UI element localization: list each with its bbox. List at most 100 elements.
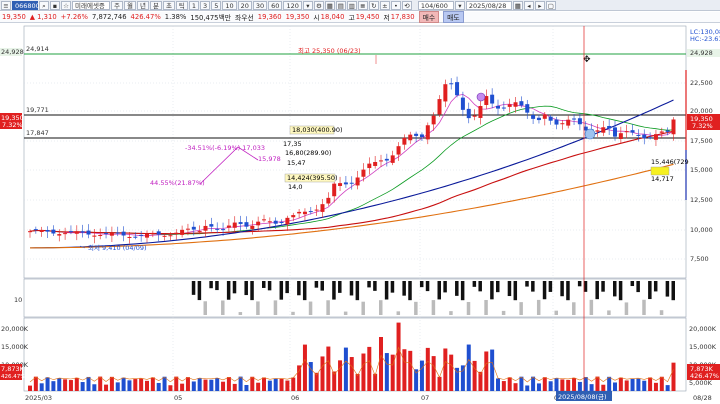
volume-bar (566, 379, 571, 391)
candle-body (665, 130, 670, 132)
volume-bar (133, 379, 138, 391)
nav-next-icon[interactable]: ▸ (534, 0, 545, 10)
interval-10[interactable]: 10 (222, 0, 237, 10)
grid-icon[interactable]: ▦ (324, 0, 335, 10)
osc-bar (671, 281, 675, 301)
volume-bar (507, 377, 512, 391)
lock-icon[interactable]: ▪ (50, 0, 60, 10)
period-month[interactable]: 월 (123, 0, 136, 10)
candle-body (28, 231, 32, 233)
volume-bar (57, 378, 62, 391)
preferred-label: 좌우선 (235, 14, 254, 22)
osc-bar (613, 281, 617, 297)
hts-chart-window: ≡ 066800 ⌕ ▪ ☆ 미래에셋증 주 월 년 분 초 틱 1 3 5 1… (0, 0, 720, 404)
interval-120[interactable]: 120 (283, 0, 302, 10)
star-icon[interactable]: ☆ (61, 0, 71, 10)
stock-code-input[interactable]: 066800 (12, 0, 40, 10)
interval-60[interactable]: 60 (268, 0, 283, 10)
menu-icon[interactable]: ≡ (1, 0, 11, 10)
volume-bar (443, 348, 448, 391)
stock-name-field[interactable]: 미래에셋증 (72, 0, 110, 10)
candle-body (443, 84, 448, 102)
date-field[interactable]: 2025/08/28 (465, 0, 512, 10)
sell-button[interactable]: 매도 (443, 11, 464, 23)
buy-button[interactable]: 매수 (418, 11, 440, 23)
candle-body (74, 231, 79, 234)
left-axis-label-24928: 24,928 (1, 48, 24, 56)
candle-body (291, 215, 296, 218)
chevron-down-icon[interactable]: ▾ (454, 0, 465, 10)
period-minute[interactable]: 분 (149, 0, 162, 10)
level-annotation-4: 15,47 (287, 159, 306, 167)
candle-body (98, 235, 103, 237)
osc-bar (496, 281, 500, 293)
chart-toolbar: ≡ 066800 ⌕ ▪ ☆ 미래에셋증 주 월 년 분 초 틱 1 3 5 1… (0, 0, 720, 11)
volume-bar (355, 373, 360, 391)
interval-1[interactable]: 1 (188, 0, 200, 10)
volume-pct: 426.47% (130, 13, 161, 21)
period-year[interactable]: 년 (136, 0, 149, 10)
dropdown-icon[interactable]: ▾ (302, 0, 313, 10)
candle-body (472, 115, 477, 117)
turnover-value: 1.38% (164, 13, 187, 21)
calendar-icon[interactable]: ▦ (512, 0, 523, 10)
volume-bar (384, 353, 389, 391)
volume-bar (601, 384, 606, 391)
candle-body (174, 232, 179, 234)
data-count-field[interactable]: 104/600 (417, 0, 454, 10)
table-icon[interactable]: ▤ (335, 0, 346, 10)
interval-30[interactable]: 30 (252, 0, 268, 10)
interval-5[interactable]: 5 (211, 0, 222, 10)
candle-body (80, 231, 85, 233)
volume-bar (624, 380, 629, 391)
osc-bar (431, 300, 436, 315)
settings-icon[interactable]: ⚙ (313, 0, 324, 10)
lines-icon[interactable]: ≣ (357, 0, 368, 10)
period-tick[interactable]: 틱 (175, 0, 188, 10)
period-second[interactable]: 초 (162, 0, 175, 10)
volume-bar (127, 380, 132, 391)
candle-body (419, 134, 424, 138)
candle-body (279, 222, 284, 224)
level-annotation-1: 18,030(400.90) (292, 126, 343, 134)
svg-text:20,000: 20,000 (690, 107, 713, 115)
candle-body (396, 146, 401, 155)
pin-icon[interactable]: • (390, 0, 401, 10)
svg-text:12,500: 12,500 (690, 196, 713, 204)
candle-body (601, 127, 606, 133)
volume-bar (484, 351, 489, 391)
volume-bar (536, 383, 541, 391)
volume-bar (80, 382, 85, 391)
volume-bar (121, 377, 126, 391)
interval-3[interactable]: 3 (200, 0, 211, 10)
nav-first-icon[interactable]: ◂ (523, 0, 534, 10)
candle-body (408, 134, 413, 141)
search-icon[interactable]: ⌕ (39, 0, 49, 10)
volume-bar (367, 346, 372, 391)
candle-body (613, 127, 617, 137)
refresh-icon[interactable]: ↻ (368, 0, 379, 10)
volume-bar (33, 376, 38, 391)
volume-bar (665, 385, 670, 391)
osc-bar (472, 281, 477, 287)
candle-body (104, 233, 109, 235)
candle-body (607, 126, 612, 129)
candle-body (525, 104, 530, 113)
window-icon[interactable]: ▢ (545, 0, 556, 10)
candle-body (191, 226, 196, 230)
osc-bar (659, 310, 664, 315)
chart-icon[interactable]: ▥ (346, 0, 357, 10)
stock-chart[interactable]: 24,914 19,771 17,847 19,350 7.32% 24,928… (0, 24, 720, 404)
zoom-icon[interactable]: ± (379, 0, 390, 10)
candle-body (297, 211, 302, 214)
osc-bar (314, 281, 319, 288)
candle-body (267, 221, 272, 223)
interval-20[interactable]: 20 (237, 0, 252, 10)
candle-body (402, 137, 407, 145)
rotate-icon[interactable]: ⟲ (401, 0, 412, 10)
low-annotation: 최저 9,410 (04/09) (88, 243, 147, 252)
candle-body (314, 209, 319, 211)
candle-body (180, 229, 185, 235)
candle-body (39, 230, 44, 233)
period-week[interactable]: 주 (111, 0, 123, 10)
